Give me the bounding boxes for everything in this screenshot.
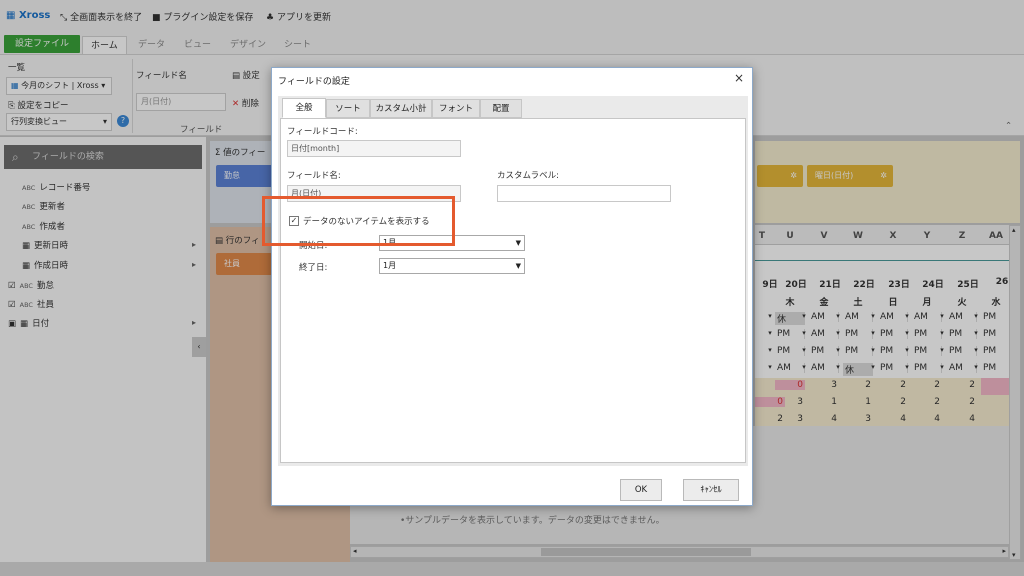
cancel-button[interactable]: ｷｬﾝｾﾙ	[683, 479, 739, 501]
field-code-label: フィールドコード:	[287, 127, 358, 137]
tab-font[interactable]: フォント	[432, 99, 480, 118]
dialog-body: 全般 ソート カスタム小計 フォント 配置 フィールドコード: 日付[month…	[278, 96, 748, 466]
field-settings-dialog: フィールドの設定 × 全般 ソート カスタム小計 フォント 配置 フィールドコー…	[271, 67, 753, 506]
tab-alignment[interactable]: 配置	[480, 99, 522, 118]
tab-custom-subtotal[interactable]: カスタム小計	[370, 99, 432, 118]
ok-button[interactable]: OK	[620, 479, 662, 501]
dialog-title: フィールドの設定	[278, 77, 350, 87]
general-tab-panel: フィールドコード: 日付[month] フィールド名: 月(日付) カスタムラベ…	[280, 118, 746, 463]
field-code-input[interactable]: 日付[month]	[287, 140, 461, 157]
close-icon[interactable]: ×	[734, 71, 744, 85]
tab-sort[interactable]: ソート	[326, 99, 370, 118]
end-date-select[interactable]: 1月 ▼	[379, 258, 525, 274]
custom-label-label: カスタムラベル:	[497, 171, 559, 181]
end-date-value: 1月	[383, 261, 397, 270]
tab-general[interactable]: 全般	[282, 98, 326, 118]
custom-label-input[interactable]	[497, 185, 671, 202]
highlight-annotation	[262, 196, 455, 246]
dialog-tabs: 全般 ソート カスタム小計 フォント 配置	[278, 96, 748, 118]
field-name-label: フィールド名:	[287, 171, 341, 181]
chevron-down-icon: ▼	[515, 262, 521, 270]
end-date-label: 終了日:	[299, 263, 328, 273]
chevron-down-icon: ▼	[515, 239, 521, 247]
